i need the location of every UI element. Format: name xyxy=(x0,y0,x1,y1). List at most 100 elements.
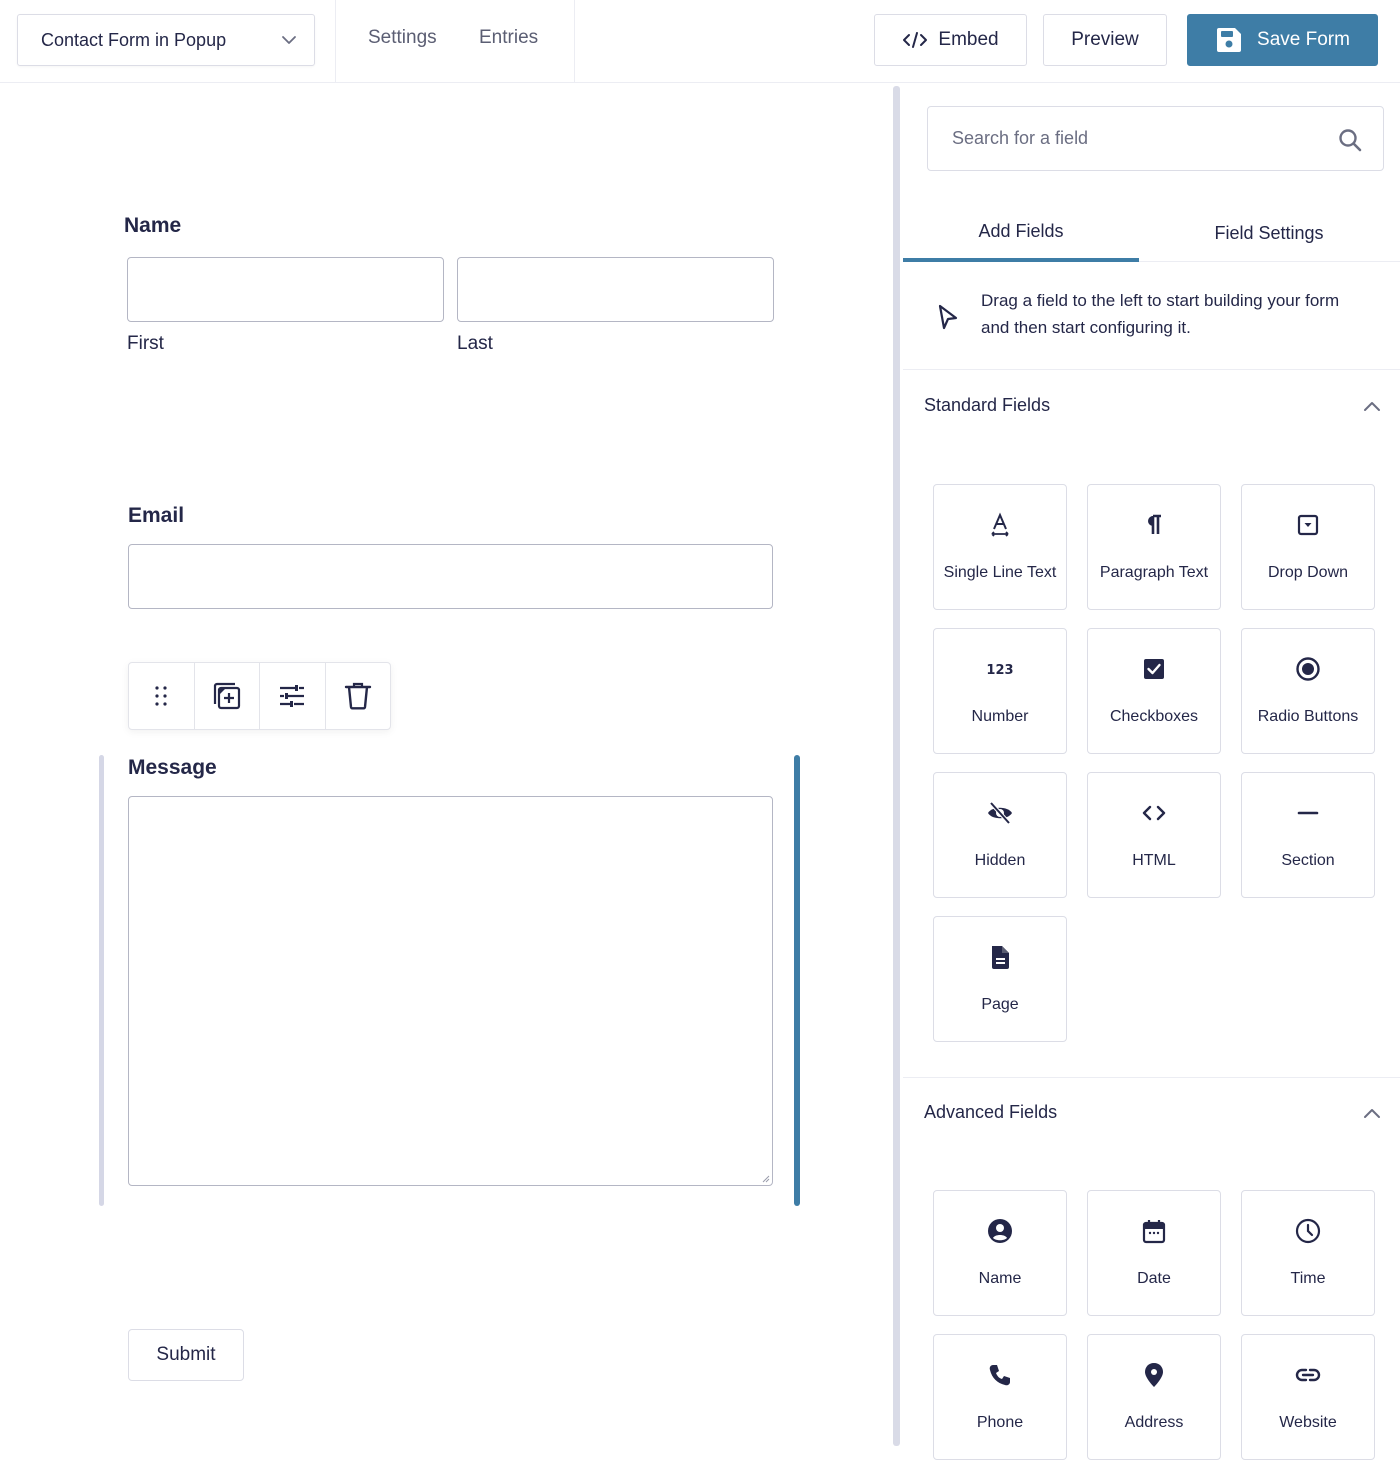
field-search-input[interactable] xyxy=(952,128,1322,149)
calendar-icon xyxy=(1142,1220,1166,1244)
name-first-sub-label: First xyxy=(127,333,164,354)
form-canvas: Name First Last Email Message Submit xyxy=(0,84,893,1468)
field-toolbar xyxy=(128,662,391,730)
tab-add-fields[interactable]: Add Fields xyxy=(903,204,1139,262)
field-card-section[interactable]: Section xyxy=(1241,772,1375,898)
chevron-down-icon xyxy=(282,36,296,44)
field-card-drop-down[interactable]: Drop Down xyxy=(1241,484,1375,610)
nav-entries[interactable]: Entries xyxy=(479,27,538,49)
field-card-label: Page xyxy=(981,996,1019,1013)
field-card-label: Number xyxy=(971,708,1029,725)
field-card-single-line-text[interactable]: Single Line Text xyxy=(933,484,1067,610)
text-icon xyxy=(991,512,1009,537)
embed-button[interactable]: Embed xyxy=(874,14,1027,66)
duplicate-icon xyxy=(213,682,240,710)
submit-button[interactable]: Submit xyxy=(128,1329,244,1381)
map-pin-icon xyxy=(1145,1363,1163,1387)
field-search xyxy=(927,106,1384,171)
embed-label: Embed xyxy=(938,29,999,50)
link-icon xyxy=(1295,1368,1321,1382)
field-card-label: Address xyxy=(1124,1414,1184,1431)
checkbox-icon xyxy=(1144,659,1164,679)
eye-slash-icon xyxy=(988,801,1012,825)
svg-text:123: 123 xyxy=(986,663,1013,678)
clock-icon xyxy=(1295,1218,1321,1244)
standard-fields-header[interactable]: Standard Fields xyxy=(903,371,1400,441)
field-card-label: Date xyxy=(1137,1270,1171,1287)
duplicate-field-button[interactable] xyxy=(195,663,260,729)
divider xyxy=(335,0,336,83)
floppy-disk-icon xyxy=(1217,28,1242,52)
email-input[interactable] xyxy=(128,544,773,609)
selection-indicator-right xyxy=(794,755,800,1206)
divider xyxy=(574,0,575,83)
advanced-fields-header[interactable]: Advanced Fields xyxy=(903,1078,1400,1148)
message-field-label: Message xyxy=(128,756,217,779)
field-card-label: Website xyxy=(1279,1414,1337,1431)
field-settings-button[interactable] xyxy=(260,663,326,729)
field-card-label: Section xyxy=(1281,852,1335,869)
message-textarea[interactable] xyxy=(128,796,773,1186)
drag-dots-icon xyxy=(155,686,167,706)
submit-label: Submit xyxy=(156,1344,216,1365)
field-sidebar: Add Fields Field Settings Drag a field t… xyxy=(903,84,1400,1468)
paragraph-icon xyxy=(1148,514,1161,534)
chevron-up-icon xyxy=(1364,402,1380,411)
field-card-number[interactable]: 123 Number xyxy=(933,628,1067,754)
advanced-fields-title: Advanced Fields xyxy=(924,1102,1058,1122)
field-card-phone[interactable]: Phone xyxy=(933,1334,1067,1460)
document-icon xyxy=(992,946,1009,969)
preview-label: Preview xyxy=(1071,29,1139,50)
field-card-label: Name xyxy=(978,1270,1022,1287)
sliders-icon xyxy=(280,685,305,707)
field-card-time[interactable]: Time xyxy=(1241,1190,1375,1316)
nav-settings[interactable]: Settings xyxy=(368,27,437,49)
resize-handle-icon[interactable] xyxy=(760,1173,770,1183)
field-card-label: Time xyxy=(1290,1270,1326,1287)
search-icon xyxy=(1339,129,1362,152)
drag-handle-button[interactable] xyxy=(129,663,195,729)
user-circle-icon xyxy=(988,1219,1012,1243)
field-card-label: Drop Down xyxy=(1267,564,1349,581)
cursor-arrow-icon xyxy=(938,304,958,330)
number-icon: 123 xyxy=(986,663,1013,678)
field-card-label: HTML xyxy=(1132,852,1176,869)
drag-hint-text: Drag a field to the left to start buildi… xyxy=(981,291,1340,337)
name-last-input[interactable] xyxy=(457,257,774,322)
field-card-hidden[interactable]: Hidden xyxy=(933,772,1067,898)
field-card-date[interactable]: Date xyxy=(1087,1190,1221,1316)
tab-add-fields-label: Add Fields xyxy=(978,220,1064,241)
field-card-checkboxes[interactable]: Checkboxes xyxy=(1087,628,1221,754)
email-field-label: Email xyxy=(128,504,185,527)
name-field-label: Name xyxy=(124,214,182,237)
code-icon xyxy=(903,32,928,48)
field-card-label: Paragraph Text xyxy=(1099,564,1209,581)
preview-button[interactable]: Preview xyxy=(1043,14,1167,66)
save-form-button[interactable]: Save Form xyxy=(1187,14,1378,66)
standard-fields-title: Standard Fields xyxy=(924,395,1051,415)
tab-field-settings-label: Field Settings xyxy=(1214,222,1324,243)
code-icon xyxy=(1142,805,1166,821)
field-card-address[interactable]: Address xyxy=(1087,1334,1221,1460)
form-selector[interactable]: Contact Form in Popup xyxy=(17,14,315,66)
field-card-page[interactable]: Page xyxy=(933,916,1067,1042)
field-card-website[interactable]: Website xyxy=(1241,1334,1375,1460)
top-bar: Contact Form in Popup Settings Entries E… xyxy=(0,0,1400,83)
field-card-label: Hidden xyxy=(974,852,1026,869)
canvas-scrollbar[interactable] xyxy=(893,86,900,1446)
field-card-radio-buttons[interactable]: Radio Buttons xyxy=(1241,628,1375,754)
standard-fields-grid: Single Line Text Paragraph Text Drop Dow… xyxy=(933,484,1375,1042)
name-first-input[interactable] xyxy=(127,257,444,322)
trash-icon xyxy=(344,682,371,710)
field-card-name[interactable]: Name xyxy=(933,1190,1067,1316)
field-card-html[interactable]: HTML xyxy=(1087,772,1221,898)
delete-field-button[interactable] xyxy=(326,663,391,729)
phone-icon xyxy=(989,1365,1010,1386)
tab-field-settings[interactable]: Field Settings xyxy=(1151,204,1387,262)
field-card-label: Checkboxes xyxy=(1109,708,1199,725)
minus-icon xyxy=(1297,811,1319,815)
form-selector-value: Contact Form in Popup xyxy=(41,29,227,50)
field-card-paragraph-text[interactable]: Paragraph Text xyxy=(1087,484,1221,610)
sidebar-tabs: Add Fields Field Settings xyxy=(903,204,1400,262)
drag-hint: Drag a field to the left to start buildi… xyxy=(903,262,1400,370)
